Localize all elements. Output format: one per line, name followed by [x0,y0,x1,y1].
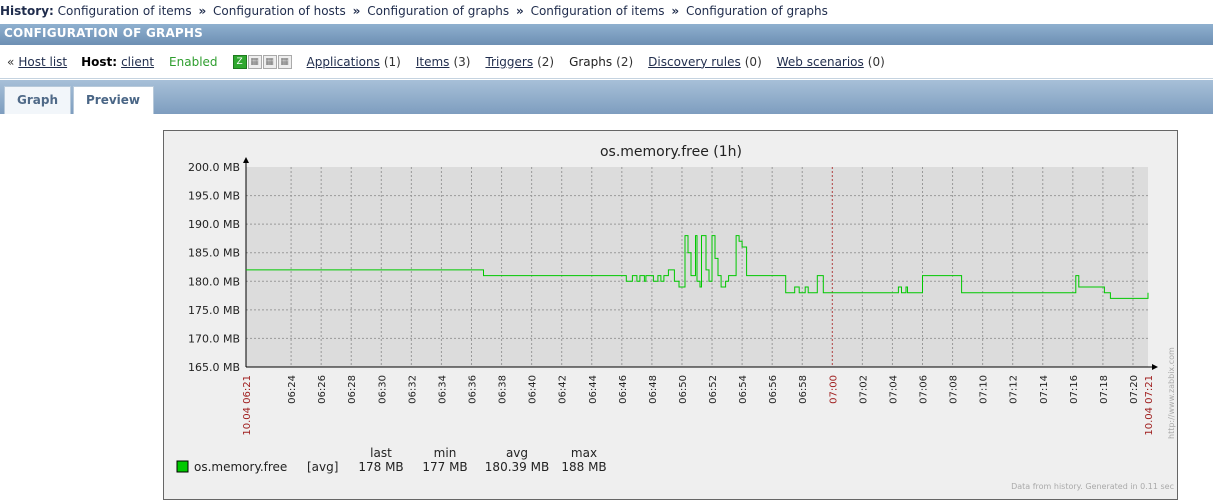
y-tick-label: 190.0 MB [188,218,240,231]
back-arrow-icon: « [7,54,15,69]
history-separator: » [515,4,524,18]
discovery-rules-count: (0) [744,54,762,69]
x-tick-label: 06:32 [407,375,418,404]
legend-item-name: os.memory.free [194,460,287,474]
x-tick-label: 06:56 [768,375,779,404]
availability-icons: Z ▦ ▦ ▦ [232,54,292,69]
applications-count: (1) [383,54,401,69]
zabbix-agent-icon: Z [232,54,247,69]
x-tick-label: 07:20 [1129,375,1140,404]
x-tick-label: 07:04 [888,375,899,404]
y-tick-label: 170.0 MB [188,332,240,345]
x-tick-label: 10.04 07:21 [1144,375,1155,436]
history-item-1[interactable]: Configuration of items [58,4,192,18]
y-tick-label: 200.0 MB [188,161,240,174]
watermark-text: http://www.zabbix.com [1167,347,1176,439]
tab-bar: Graph Preview [0,80,1213,114]
host-navigation: « Host list Host: client Enabled Z ▦ ▦ ▦… [0,45,1213,79]
x-tick-label: 06:42 [558,375,569,404]
discovery-rules-link[interactable]: Discovery rules [648,55,741,69]
x-tick-label: 06:52 [708,375,719,404]
web-scenarios-link[interactable]: Web scenarios [777,55,864,69]
x-tick-label: 06:38 [498,375,509,404]
history-item-3[interactable]: Configuration of graphs [367,4,509,18]
y-tick-label: 175.0 MB [188,304,240,317]
x-tick-label: 06:58 [798,375,809,404]
tab-graph[interactable]: Graph [4,86,71,114]
tab-preview[interactable]: Preview [73,86,154,114]
memory-chart: os.memory.free (1h) 165.0 MB 170.0 MB 175.0… [176,144,1176,491]
y-axis-arrow [243,157,249,163]
history-item-2[interactable]: Configuration of hosts [213,4,346,18]
y-tick-label: 180.0 MB [188,275,240,288]
legend-header-max: max [571,446,597,460]
x-tick-label: 06:50 [678,375,689,404]
y-tick-label: 165.0 MB [188,361,240,374]
triggers-link[interactable]: Triggers [485,55,533,69]
history-item-4[interactable]: Configuration of items [531,4,665,18]
host-status[interactable]: Enabled [169,55,218,69]
host-list-link[interactable]: Host list [18,55,67,69]
x-tick-label: 07:14 [1039,375,1050,404]
legend-header-min: min [434,446,457,460]
x-tick-label: 07:18 [1099,375,1110,404]
x-tick-label: 06:36 [468,375,479,404]
legend-value-last: 178 MB [358,460,403,474]
ipmi-icon: ▦ [277,54,292,69]
web-scenarios-count: (0) [867,54,885,69]
applications-link[interactable]: Applications [307,55,380,69]
x-tick-label: 07:08 [949,375,960,404]
y-tick-label: 185.0 MB [188,247,240,260]
history-label: History: [0,4,54,18]
x-tick-label: 07:16 [1069,375,1080,404]
page-title: CONFIGURATION OF GRAPHS [0,24,1213,45]
history-item-5[interactable]: Configuration of graphs [686,4,828,18]
history-separator: » [198,4,207,18]
graphs-label: Graphs [569,54,613,69]
x-tick-label: 06:54 [738,375,749,404]
x-tick-label: 06:46 [618,375,629,404]
legend-value-min: 177 MB [422,460,467,474]
host-label: Host: [81,54,118,69]
x-tick-label: 06:24 [287,375,298,404]
x-tick-label: 10.04 06:21 [242,375,253,436]
y-tick-label: 195.0 MB [188,190,240,203]
legend-header-last: last [370,446,392,460]
x-tick-label: 06:40 [528,375,539,404]
items-link[interactable]: Items [416,55,450,69]
snmp-icon: ▦ [247,54,262,69]
x-tick-label: 06:30 [377,375,388,404]
x-tick-label: 06:48 [648,375,659,404]
x-tick-label: 07:02 [858,375,869,404]
x-tick-label: 06:28 [347,375,358,404]
legend-value-max: 188 MB [561,460,606,474]
history-separator: » [352,4,361,18]
legend-value-avg: 180.39 MB [485,460,549,474]
jmx-icon: ▦ [262,54,277,69]
x-axis-arrow [1152,364,1158,370]
items-count: (3) [453,54,471,69]
legend-item-func: [avg] [307,460,338,474]
graph-preview: os.memory.free (1h) 165.0 MB 170.0 MB 175.0… [163,130,1178,500]
history-breadcrumb: History: Configuration of items » Config… [0,0,1213,24]
triggers-count: (2) [537,54,555,69]
graphs-count: (2) [616,54,634,69]
x-tick-label: 07:10 [979,375,990,404]
history-separator: » [671,4,680,18]
x-tick-label: 06:34 [437,375,448,404]
x-tick-label: 07:12 [1009,375,1020,404]
x-tick-label: 06:26 [317,375,328,404]
x-tick-label: 07:06 [919,375,930,404]
legend-header-avg: avg [506,446,528,460]
chart-title: os.memory.free (1h) [600,144,742,160]
legend-color-swatch [176,460,189,473]
host-name-link[interactable]: client [121,55,154,69]
x-tick-label: 07:00 [828,375,839,404]
x-tick-label: 06:44 [588,375,599,404]
